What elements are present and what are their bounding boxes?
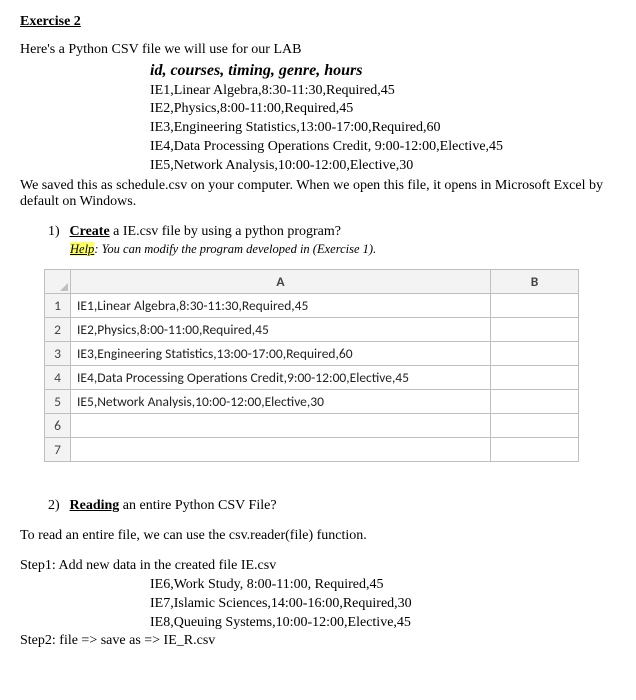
csv-line: IE2,Physics,8:00-11:00,Required,45 [150, 100, 616, 119]
q1-rest: a IE.csv file by using a python program? [110, 224, 341, 239]
question-2: 2) Reading an entire Python CSV File? [48, 498, 616, 514]
excel-corner [45, 270, 71, 294]
csv-header: id, courses, timing, genre, hours [150, 60, 616, 82]
q1-label: Create [70, 224, 110, 239]
rownum: 7 [45, 438, 71, 462]
question-1: 1) Create a IE.csv file by using a pytho… [48, 224, 616, 240]
step2-label: Step2: file => save as => IE_R.csv [20, 633, 616, 649]
read-sentence: To read an entire file, we can use the c… [20, 528, 616, 544]
cell [491, 318, 579, 342]
table-row: 5 IE5,Network Analysis,10:00-12:00,Elect… [45, 390, 579, 414]
table-row: 4 IE4,Data Processing Operations Credit,… [45, 366, 579, 390]
csv-line: IE4,Data Processing Operations Credit, 9… [150, 138, 616, 157]
table-row: 3 IE3,Engineering Statistics,13:00-17:00… [45, 342, 579, 366]
excel-col-a: A [71, 270, 491, 294]
table-row: 6 [45, 414, 579, 438]
q1-num: 1) [48, 224, 66, 240]
help-text: : You can modify the program developed i… [94, 242, 376, 256]
cell [71, 414, 491, 438]
rownum: 3 [45, 342, 71, 366]
rownum: 2 [45, 318, 71, 342]
cell: IE2,Physics,8:00-11:00,Required,45 [71, 318, 491, 342]
q1-help: Help: You can modify the program develop… [70, 242, 616, 257]
step1-line: IE8,Queuing Systems,10:00-12:00,Elective… [150, 614, 616, 633]
cell [491, 390, 579, 414]
rownum: 6 [45, 414, 71, 438]
q2-label: Reading [70, 498, 120, 513]
intro-text: Here's a Python CSV file we will use for… [20, 42, 616, 58]
step1-line: IE7,Islamic Sciences,14:00-16:00,Require… [150, 595, 616, 614]
q2-rest: an entire Python CSV File? [119, 498, 276, 513]
rownum: 1 [45, 294, 71, 318]
excel-preview: A B 1 IE1,Linear Algebra,8:30-11:30,Requ… [44, 269, 579, 462]
cell [491, 366, 579, 390]
step1-line: IE6,Work Study, 8:00-11:00, Required,45 [150, 576, 616, 595]
table-row: 7 [45, 438, 579, 462]
exercise-title: Exercise 2 [20, 14, 616, 30]
step1-block: IE6,Work Study, 8:00-11:00, Required,45 … [150, 576, 616, 633]
table-row: 2 IE2,Physics,8:00-11:00,Required,45 [45, 318, 579, 342]
after-csv-text: We saved this as schedule.csv on your co… [20, 178, 616, 210]
q2-num: 2) [48, 498, 66, 514]
cell [491, 414, 579, 438]
cell: IE3,Engineering Statistics,13:00-17:00,R… [71, 342, 491, 366]
cell: IE4,Data Processing Operations Credit,9:… [71, 366, 491, 390]
cell [491, 342, 579, 366]
csv-line: IE3,Engineering Statistics,13:00-17:00,R… [150, 119, 616, 138]
step1-label: Step1: Add new data in the created file … [20, 558, 616, 574]
csv-block: id, courses, timing, genre, hours IE1,Li… [150, 60, 616, 176]
cell [71, 438, 491, 462]
table-row: 1 IE1,Linear Algebra,8:30-11:30,Required… [45, 294, 579, 318]
cell [491, 294, 579, 318]
cell [491, 438, 579, 462]
excel-col-b: B [491, 270, 579, 294]
rownum: 5 [45, 390, 71, 414]
rownum: 4 [45, 366, 71, 390]
cell: IE1,Linear Algebra,8:30-11:30,Required,4… [71, 294, 491, 318]
csv-line: IE1,Linear Algebra,8:30-11:30,Required,4… [150, 82, 616, 101]
csv-line: IE5,Network Analysis,10:00-12:00,Electiv… [150, 157, 616, 176]
cell: IE5,Network Analysis,10:00-12:00,Electiv… [71, 390, 491, 414]
help-label: Help [70, 242, 94, 256]
